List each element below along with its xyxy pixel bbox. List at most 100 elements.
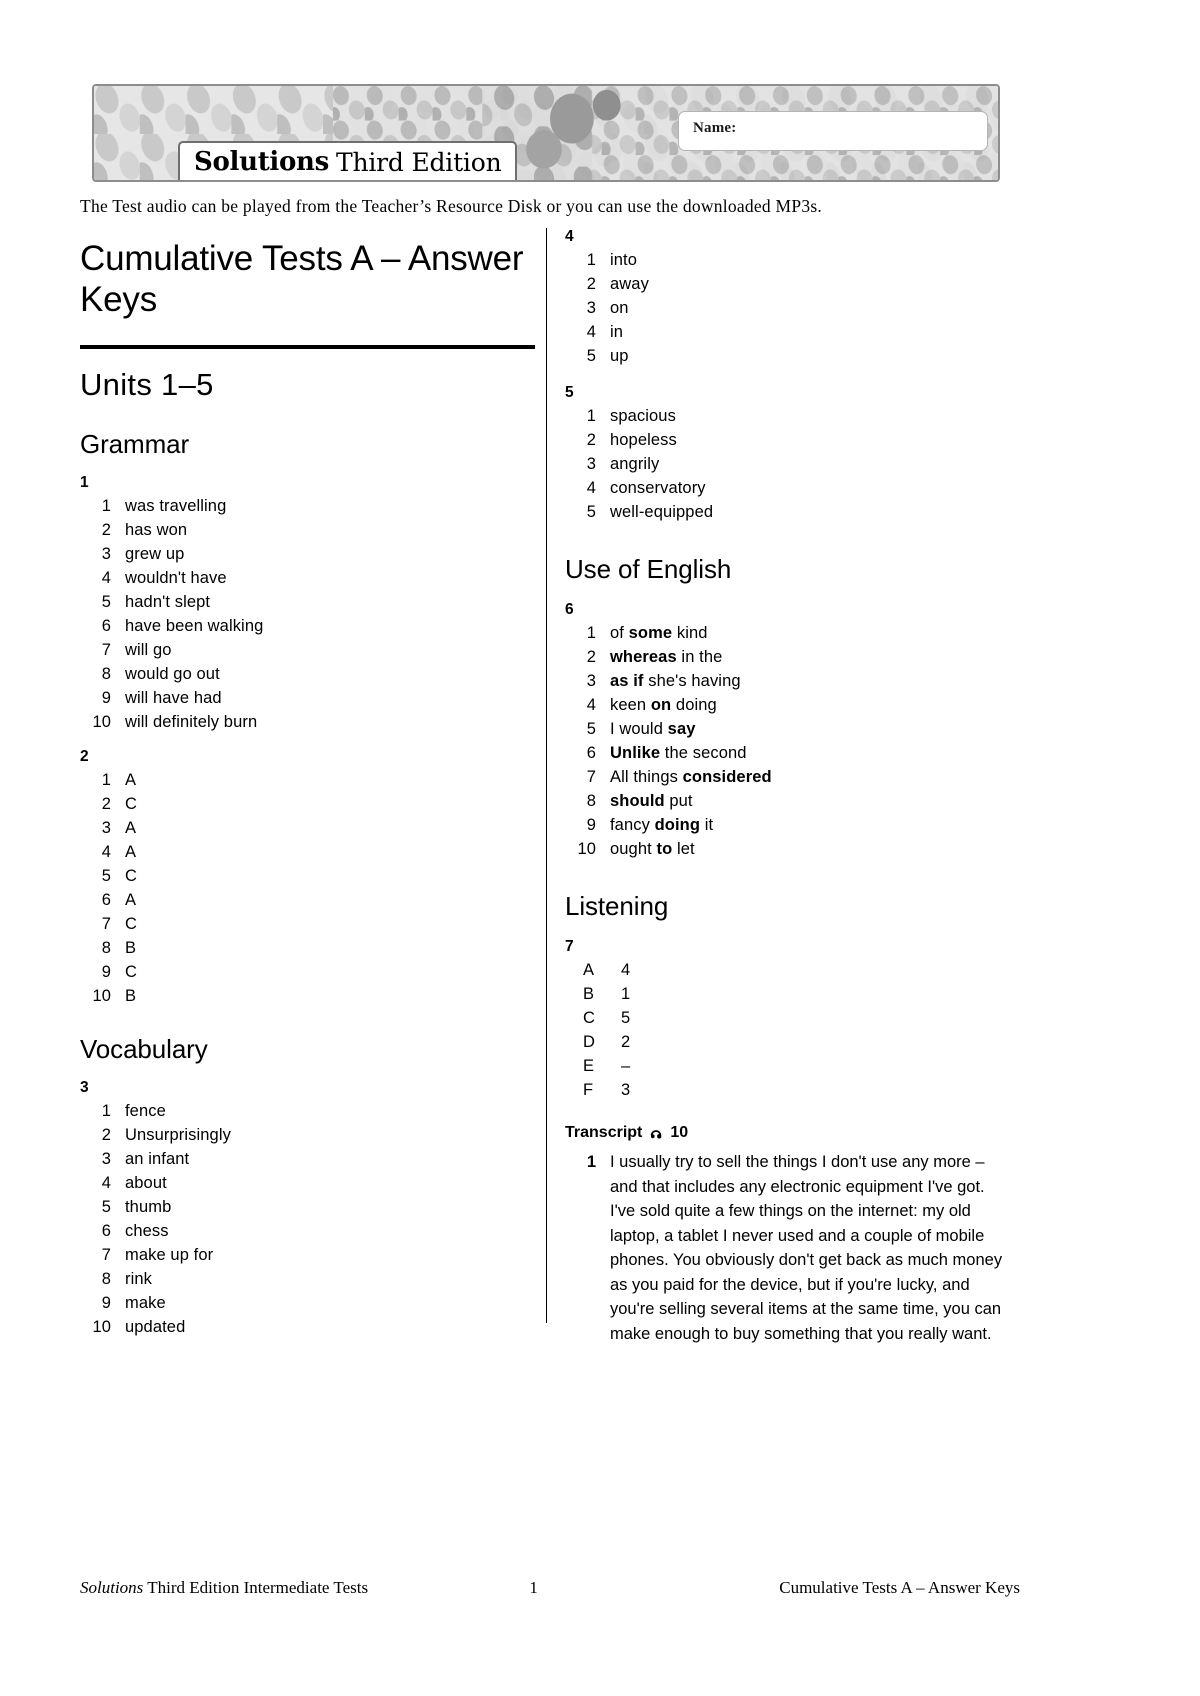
answer-label: 8 xyxy=(101,938,111,957)
answer-value: chess xyxy=(125,1221,169,1240)
answer-label: 5 xyxy=(586,503,596,521)
answer-label: 6 xyxy=(101,890,111,909)
answer-row: 6 have been walking xyxy=(80,614,535,638)
answer-value: whereas in the xyxy=(610,648,723,666)
answer-value: spacious xyxy=(610,407,676,425)
answer-label: 7 xyxy=(101,1245,111,1264)
answer-value: A xyxy=(125,842,137,861)
answer-value: 2 xyxy=(621,1033,631,1051)
answer-label: 4 xyxy=(101,568,111,587)
units-heading: Units 1–5 xyxy=(80,366,214,402)
answer-value: hadn't slept xyxy=(125,592,211,611)
answer-row: 6A xyxy=(80,888,535,912)
answer-list-7: A 4 B 1 C 5 D 2 E – F 3 xyxy=(565,958,1025,1102)
answer-label: 1 xyxy=(101,496,111,515)
answer-row: C5 xyxy=(565,1006,1025,1030)
answer-list-2: 1 A 2 C 3 A 4 A 5 C 6 A 7 C 8 B 9 C 10 B xyxy=(80,768,535,1008)
exercise-number-4: 4 xyxy=(565,228,574,245)
answer-value: A xyxy=(125,890,137,909)
audio-icon xyxy=(649,1127,663,1141)
answer-value: 5 xyxy=(621,1009,631,1027)
answer-value: C xyxy=(125,962,138,981)
answer-label: E xyxy=(583,1057,595,1075)
logo-primary-text: Solutions xyxy=(194,147,329,177)
answer-label: 6 xyxy=(101,1221,111,1240)
footer-page-number: 1 xyxy=(529,1578,538,1597)
answer-row: 4 about xyxy=(80,1171,535,1195)
answer-label: 8 xyxy=(586,792,596,810)
answer-value: updated xyxy=(125,1317,186,1336)
answer-label: 3 xyxy=(586,455,596,473)
answer-value: make xyxy=(125,1293,166,1312)
answer-row: 5C xyxy=(80,864,535,888)
answer-label: 6 xyxy=(586,744,596,762)
answer-label: 3 xyxy=(101,818,111,837)
footer-left-rest: Third Edition Intermediate Tests xyxy=(147,1578,369,1597)
answer-value: up xyxy=(610,347,629,365)
answer-value: Unsurprisingly xyxy=(125,1125,231,1144)
page: Name: Solutions Third Edition The Test a… xyxy=(0,0,1200,1696)
answer-row: 6 chess xyxy=(80,1219,535,1243)
answer-label: 4 xyxy=(101,842,111,861)
answer-value: well-equipped xyxy=(610,503,714,521)
answer-label: 9 xyxy=(586,816,596,834)
answer-value: 1 xyxy=(621,985,631,1003)
answer-row: 2 whereas in the xyxy=(565,645,1025,669)
answer-value: A xyxy=(125,770,137,789)
answer-label: 8 xyxy=(101,1269,111,1288)
answer-label: 4 xyxy=(101,1173,111,1192)
answer-value: thumb xyxy=(125,1197,172,1216)
answer-row: 9 will have had xyxy=(80,686,535,710)
answer-row: 3 angrily xyxy=(565,452,1025,476)
answer-value: hopeless xyxy=(610,431,677,449)
answer-row: 9 fancy doing it xyxy=(565,813,1025,837)
answer-row: 4A xyxy=(80,840,535,864)
answer-label: 2 xyxy=(101,794,111,813)
answer-label: 10 xyxy=(577,840,596,858)
answer-row: 4 keen on doing xyxy=(565,693,1025,717)
answer-value: of some kind xyxy=(610,624,708,642)
answer-value: into xyxy=(610,251,638,269)
answer-label: 4 xyxy=(586,323,596,341)
answer-row: 3 as if she's having xyxy=(565,669,1025,693)
answer-row: F3 xyxy=(565,1078,1025,1102)
answer-value: will definitely burn xyxy=(125,712,258,731)
answer-value: should put xyxy=(610,792,693,810)
answer-label: 1 xyxy=(586,251,596,269)
answer-label: 5 xyxy=(101,592,111,611)
answer-label: F xyxy=(583,1081,594,1099)
answer-row: 7 will go xyxy=(80,638,535,662)
answer-label: 5 xyxy=(101,866,111,885)
answer-label: 1 xyxy=(586,407,596,425)
answer-row: 1 fence xyxy=(80,1099,535,1123)
section-heading-use-of-english: Use of English xyxy=(565,554,732,584)
section-heading-listening: Listening xyxy=(565,891,669,921)
transcript-item-number: 1 xyxy=(586,1153,596,1171)
section-heading-vocabulary: Vocabulary xyxy=(80,1033,208,1064)
answer-label: 7 xyxy=(101,640,111,659)
answer-label: 5 xyxy=(586,347,596,365)
name-field[interactable]: Name: xyxy=(678,111,988,151)
answer-label: 3 xyxy=(101,544,111,563)
section-heading-grammar: Grammar xyxy=(80,428,190,459)
answer-row: 2 has won xyxy=(80,518,535,542)
transcript-heading: Transcript 10 xyxy=(565,1124,1025,1142)
exercise-number-5: 5 xyxy=(565,384,574,401)
answer-label: 10 xyxy=(92,986,111,1005)
answer-label: D xyxy=(583,1033,596,1051)
answer-label: 9 xyxy=(101,688,111,707)
answer-label: 3 xyxy=(101,1149,111,1168)
answer-label: 10 xyxy=(92,712,111,731)
answer-value: has won xyxy=(125,520,188,539)
answer-value: rink xyxy=(125,1269,152,1288)
exercise-number-2: 2 xyxy=(80,747,89,765)
exercise-number-6: 6 xyxy=(565,601,574,618)
answer-row: 9 make xyxy=(80,1291,535,1315)
answer-label: A xyxy=(583,961,595,979)
answer-value: away xyxy=(610,275,649,293)
exercise-number-3: 3 xyxy=(80,1078,89,1096)
answer-row: 8 rink xyxy=(80,1267,535,1291)
answer-row: 2C xyxy=(80,792,535,816)
answer-row: 8B xyxy=(80,936,535,960)
answer-label: 2 xyxy=(101,520,111,539)
